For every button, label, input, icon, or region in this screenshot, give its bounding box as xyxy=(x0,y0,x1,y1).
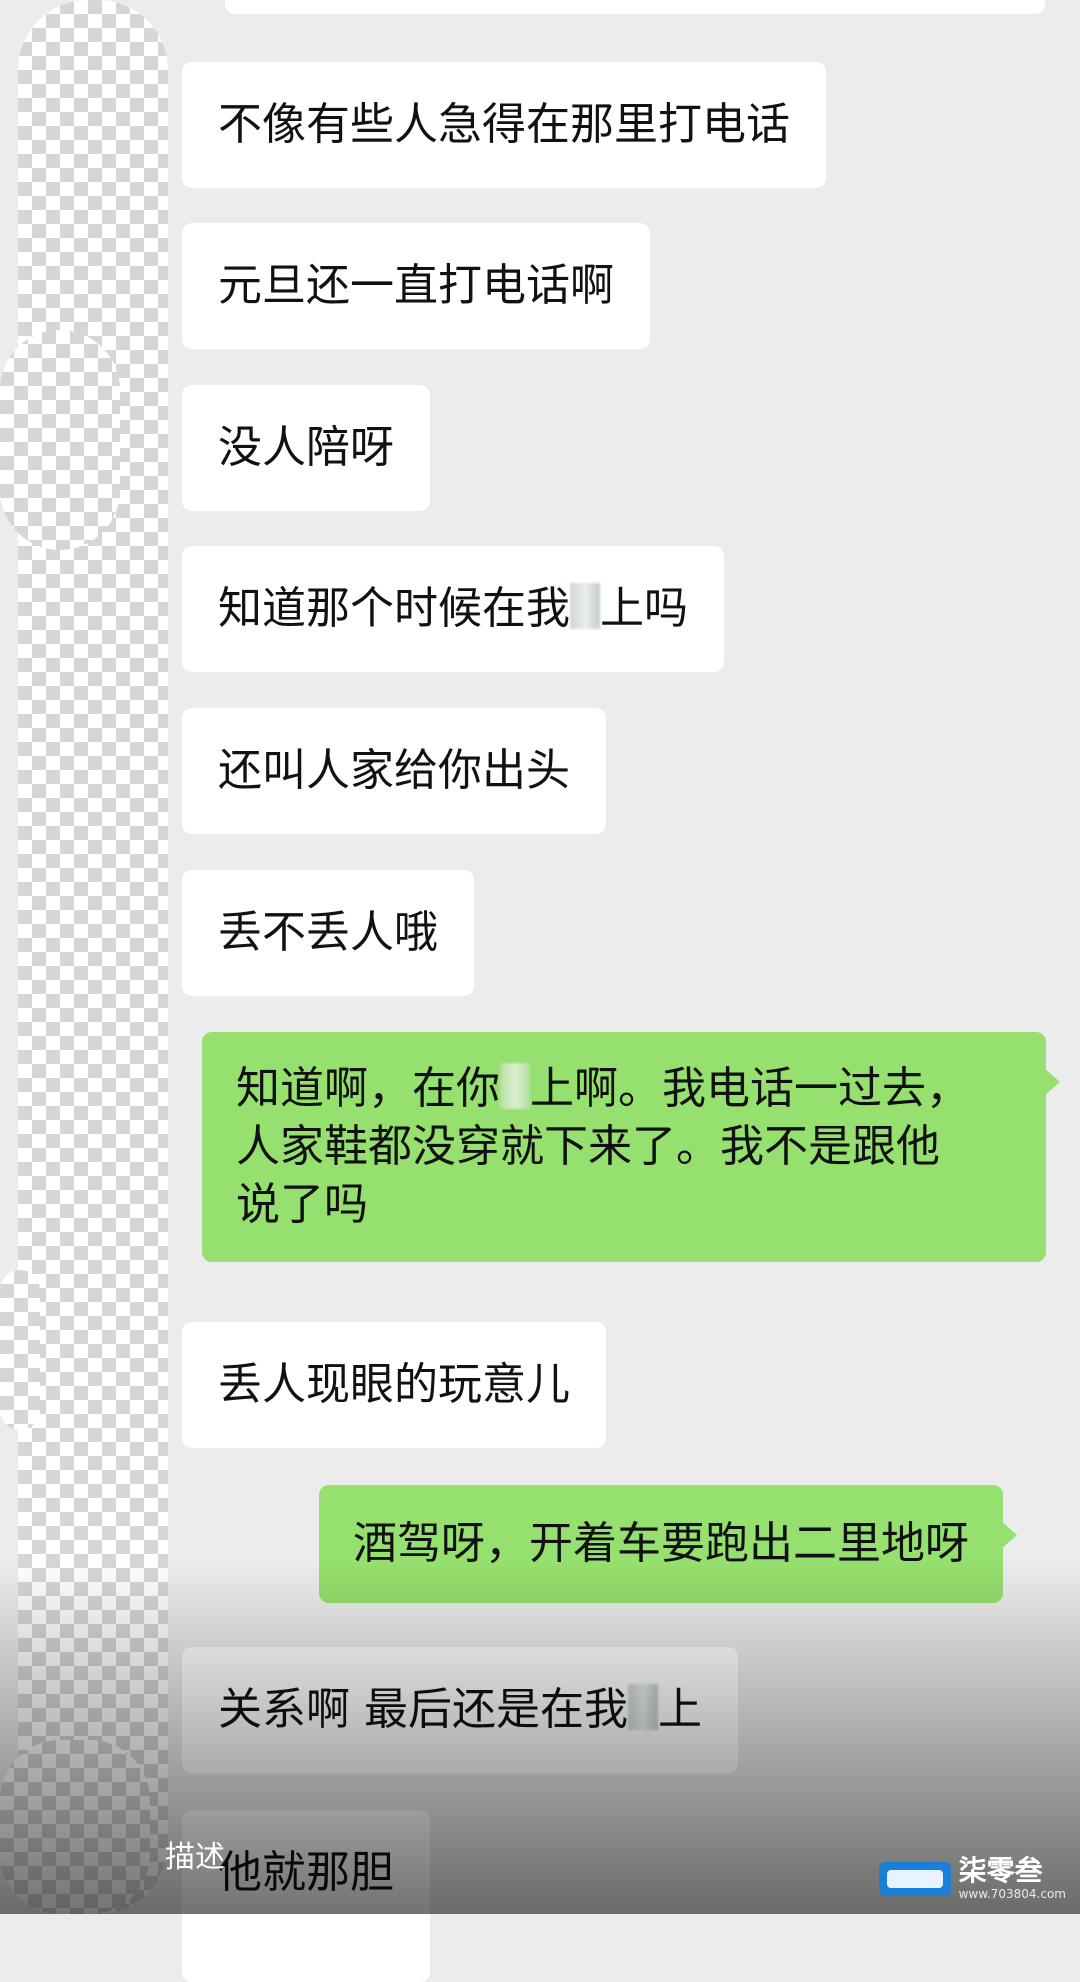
incoming-message-bubble[interactable]: 丢人现眼的玩意儿 xyxy=(182,1322,606,1448)
message-text: 元旦还一直打电话啊 xyxy=(218,260,614,311)
message-text: 不像有些人急得在那里打电话 xyxy=(218,99,790,150)
mosaic-censor xyxy=(500,1063,530,1109)
message-text: 没人陪呀 xyxy=(218,422,394,473)
message-line: 知道啊，在你 上啊。我电话一过去， xyxy=(236,1060,1012,1118)
incoming-message-bubble[interactable]: 丢不丢人哦 xyxy=(182,870,474,996)
message-text-end: 上啊。我电话一过去， xyxy=(530,1063,970,1114)
message-text: 丢人现眼的玩意儿 xyxy=(218,1359,570,1410)
message-text-end: 上吗 xyxy=(600,583,688,634)
message-text-start: 知道那个时候在我 xyxy=(218,583,570,634)
blurred-avatar-blob xyxy=(0,1740,150,1914)
incoming-message-bubble[interactable]: 关系啊 最后还是在我上 xyxy=(182,1647,738,1773)
incoming-message-bubble[interactable]: 没人陪呀 xyxy=(182,385,430,511)
blurred-avatar-blob xyxy=(0,330,120,550)
message-line: 人家鞋都没穿就下来了。我不是跟他 xyxy=(236,1121,940,1172)
message-text: 他就那胆 xyxy=(218,1847,394,1898)
incoming-message-bubble[interactable]: 还叫人家给你出头 xyxy=(182,708,606,834)
message-text-start: 知道啊，在你 xyxy=(236,1063,500,1114)
watermark-url: www.703804.com xyxy=(958,1887,1066,1901)
blurred-avatar-area xyxy=(18,0,168,1914)
outgoing-message-bubble[interactable]: 知道啊，在你 上啊。我电话一过去， 人家鞋都没穿就下来了。我不是跟他 说了吗 xyxy=(202,1032,1060,1262)
chat-screen: 不像有些人急得在那里打电话 元旦还一直打电话啊 没人陪呀 知道那个时候在我 上吗 … xyxy=(0,0,1080,1982)
mosaic-censor xyxy=(570,583,600,629)
message-text-end: 上 xyxy=(658,1684,702,1735)
incoming-message-bubble[interactable]: 不像有些人急得在那里打电话 xyxy=(182,62,826,188)
watermark: 柒零叁 www.703804.com xyxy=(878,1854,1066,1901)
incoming-message-bubble[interactable]: 知道那个时候在我 上吗 xyxy=(182,546,724,672)
message-text-start: 关系啊 最后还是在我 xyxy=(218,1684,628,1735)
watermark-logo-icon xyxy=(878,1861,951,1896)
mosaic-censor xyxy=(628,1684,658,1730)
describe-label[interactable]: 描述 xyxy=(165,1832,225,1876)
message-text: 酒驾呀，开着车要跑出二里地呀 xyxy=(353,1518,969,1569)
message-line: 说了吗 xyxy=(236,1179,368,1230)
incoming-message-bubble[interactable]: 元旦还一直打电话啊 xyxy=(182,223,650,349)
outgoing-message-bubble[interactable]: 酒驾呀，开着车要跑出二里地呀 xyxy=(319,1485,1017,1603)
message-text: 还叫人家给你出头 xyxy=(218,745,570,796)
partial-message-bubble[interactable] xyxy=(225,0,1045,14)
blurred-avatar-blob xyxy=(0,1270,40,1430)
message-text: 丢不丢人哦 xyxy=(218,907,438,958)
watermark-text: 柒零叁 xyxy=(958,1854,1043,1887)
